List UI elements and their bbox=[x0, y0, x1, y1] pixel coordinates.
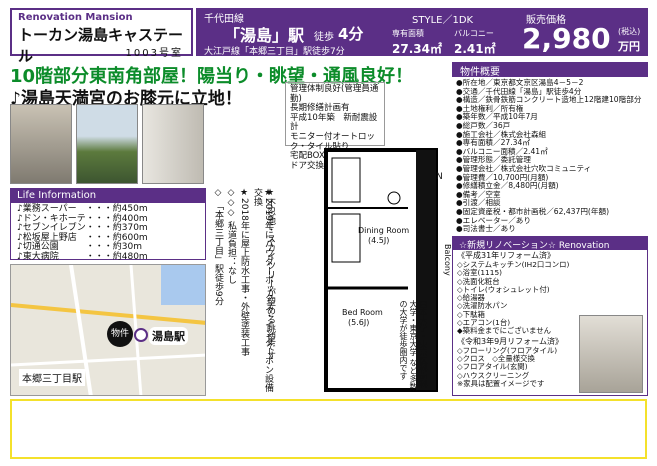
note-road: ◇◇◇ 私道負担：なし bbox=[226, 188, 236, 284]
header-bar: 千代田線 「湯島」駅 徒歩 4分 大江戸線「本郷三丁目」駅徒歩7分 STYLE／… bbox=[196, 8, 648, 57]
walk-minutes: 4分 bbox=[338, 25, 364, 43]
room-number: 1003号室 bbox=[125, 48, 183, 59]
renovation-title: ☆新規リノベーション☆ Renovation bbox=[453, 237, 647, 251]
life-information-box: Life Information ♪業務スーパー ・・・約450m ♪ドン・キホ… bbox=[10, 188, 206, 262]
floor-plan: Dining Room (4.5J) Bed Room (5.6J) Balco… bbox=[298, 148, 458, 393]
dining-room-size: (4.5J) bbox=[368, 236, 390, 245]
summary-title: 物件概要 bbox=[452, 62, 648, 78]
price-value: 2,980 bbox=[522, 22, 611, 55]
note-2018: ★2018年に屋上防水工事・外壁塗装工事 bbox=[239, 188, 249, 356]
renovation-item: ◆築料金までにございません bbox=[457, 326, 552, 336]
dining-room-label: Dining Room bbox=[358, 226, 410, 235]
area-label: 専有面積 bbox=[392, 29, 424, 38]
bed-room-size: (5.6J) bbox=[348, 318, 370, 327]
price-tax: (税込) bbox=[618, 27, 641, 36]
renovation-photo bbox=[579, 315, 643, 393]
property-summary: 物件概要 ●所在地／東京都文京区湯島4－5－2 ●交通／千代田線「湯島」駅徒歩4… bbox=[452, 62, 648, 234]
station-name: 「湯島」駅 bbox=[224, 26, 305, 45]
balcony-label: バルコニー bbox=[454, 29, 494, 38]
life-item: ♪東大病院 ・・・約480m bbox=[17, 251, 148, 262]
feature-item: 平成10年築 新耐震設計 bbox=[290, 112, 378, 133]
note-access: ◇ 「本郷三丁目」駅徒歩9分 bbox=[213, 188, 223, 306]
area-value: 27.34㎡ bbox=[392, 42, 442, 56]
price-unit: 万円 bbox=[618, 40, 640, 53]
feature-item: 管理体制良好(管理員通勤) bbox=[290, 84, 379, 104]
brand-label: Renovation Mansion bbox=[18, 12, 133, 23]
summary-item: ●司法書士／あり bbox=[456, 224, 516, 234]
balcony-value: 2.41㎡ bbox=[454, 42, 496, 56]
area-map: 物件 湯島駅 本郷三丁目駅 bbox=[10, 264, 206, 396]
map-hongo-label: 本郷三丁目駅 bbox=[19, 369, 85, 386]
footer-box bbox=[10, 399, 647, 459]
view-photo bbox=[76, 104, 138, 184]
sub-access: 大江戸線「本郷三丁目」駅徒歩7分 bbox=[204, 47, 345, 57]
north-icon: N bbox=[436, 172, 443, 182]
walk-label: 徒歩 bbox=[314, 32, 334, 43]
renovation-box: ☆新規リノベーション☆ Renovation 《平成31年リフォーム済》 ◇シス… bbox=[452, 236, 648, 396]
features-list: 管理体制良好(管理員通勤) 長期修繕計画有 平成10年築 新耐震設計 モニター付… bbox=[285, 82, 385, 171]
interior-photo bbox=[142, 104, 204, 184]
school-note: 日本大学・東京医科歯科大学・東京大学 など多数の大学が徒歩圏内です bbox=[399, 300, 428, 391]
building-photo bbox=[10, 104, 72, 184]
layout-style: STYLE／1DK bbox=[412, 15, 474, 26]
life-info-title: Life Information bbox=[11, 189, 205, 203]
map-yushima-label: 湯島駅 bbox=[149, 327, 188, 345]
note-2019: ★2019年にパウダーボックス・インターホン設備交換 bbox=[252, 188, 273, 392]
renovation-item: ※家具は配置イメージです bbox=[457, 378, 545, 388]
floor-plan-drawing bbox=[324, 148, 438, 392]
bed-room-label: Bed Room bbox=[342, 308, 383, 317]
property-title-box: Renovation Mansion トーカン湯島キャステール 1003号室 bbox=[10, 8, 193, 65]
map-property-marker: 物件 bbox=[107, 321, 133, 347]
